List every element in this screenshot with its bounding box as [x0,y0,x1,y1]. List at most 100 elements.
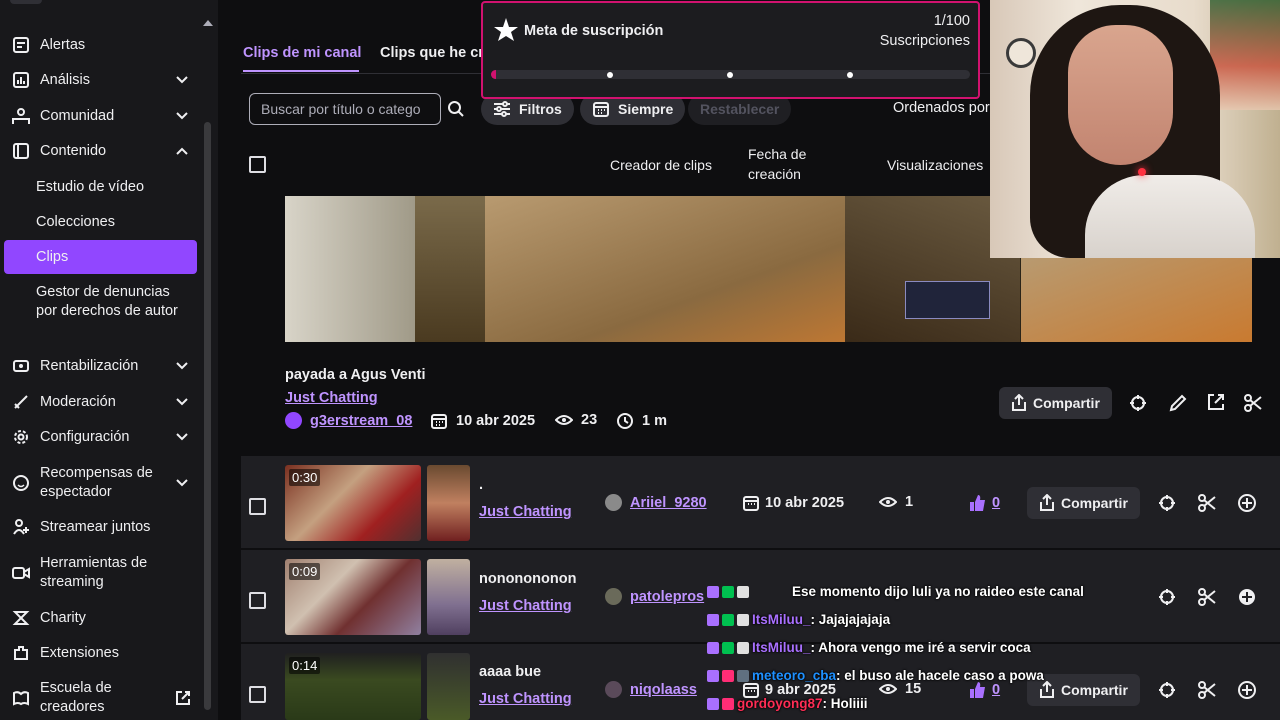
creator-link[interactable]: g3erstream_08 [310,413,412,429]
sidebar-item-rentabilizacion[interactable]: Rentabilización [0,356,200,376]
video-person [485,196,905,342]
add-circle-icon[interactable] [1237,493,1257,513]
scissors-icon[interactable] [1197,680,1217,700]
column-header-date[interactable]: Fecha de creación [748,144,828,184]
share-button[interactable]: Compartir [1027,487,1140,519]
chat-message: gordoyong87 : Holiiii [707,696,868,711]
sidebar-subitem-colecciones[interactable]: Colecciones [36,213,115,232]
share-label: Compartir [1061,495,1128,511]
clip-creator[interactable]: Ariiel_9280 [605,494,707,511]
search-button[interactable] [441,93,471,125]
row-checkbox[interactable] [249,498,266,515]
duration-badge: 0:14 [289,657,321,674]
webcam-overlay [990,0,1280,258]
sliders-icon [494,101,510,117]
sidebar-subitem-estudio[interactable]: Estudio de vídeo [36,178,144,197]
sort-label[interactable]: Ordenados por [893,100,990,116]
goal-count: 1/100 [933,13,970,29]
clip-creator[interactable]: patolepros [605,588,704,605]
clip-likes[interactable]: 0 [969,494,1000,512]
collapse-button[interactable] [10,0,42,4]
clip-category-link[interactable]: Just Chatting [479,504,572,520]
scissors-icon[interactable] [1197,587,1217,607]
scroll-up-arrow-icon[interactable] [202,19,214,27]
refresh-icon[interactable] [1157,493,1177,513]
sidebar-item-contenido[interactable]: Contenido [0,141,200,161]
sidebar-item-herramientas[interactable]: Herramientas de streaming [0,553,200,593]
edit-pencil-icon[interactable] [1168,393,1188,413]
mod-badge-icon [737,641,749,654]
sidebar-item-configuracion[interactable]: Configuración [0,427,200,447]
sidebar-subitem-clips-active[interactable] [4,240,197,274]
clip-creator[interactable]: g3erstream_08 [285,412,412,429]
sub-badge-icon [707,669,719,682]
sidebar-item-charity[interactable]: Charity [0,608,200,628]
views-value: 1 [905,494,914,510]
chat-message: meteoro_cba : el buso ale hacele caso a … [707,668,1044,683]
clip-thumbnail[interactable]: 0:09 [285,559,421,635]
sidebar-item-analisis[interactable]: Análisis [0,70,200,90]
clip-likes[interactable]: 0 [969,681,1000,699]
sidebar-item-alertas[interactable]: Alertas [0,35,200,55]
external-link-icon[interactable] [1206,392,1226,412]
thumbs-up-icon [970,682,985,698]
goal-progress-fill [491,70,496,79]
scissors-icon[interactable] [1243,393,1263,413]
column-header-creator[interactable]: Creador de clips [610,155,712,175]
sidebar-item-label: Charity [40,610,86,626]
row-checkbox[interactable] [249,686,266,703]
refresh-icon[interactable] [1157,587,1177,607]
likes-value: 0 [992,682,1001,698]
goal-title: Meta de suscripción [524,23,664,39]
add-circle-icon[interactable] [1237,587,1257,607]
tab-my-channel-clips[interactable]: Clips de mi canal [243,45,361,61]
creator-link[interactable]: patolepros [630,589,704,605]
tab-clips-created[interactable]: Clips que he cr [380,45,484,61]
column-header-views[interactable]: Visualizaciones [887,155,983,175]
sidebar-item-label: Extensiones [40,645,119,661]
chevron-down-icon [176,398,188,406]
creator-link[interactable]: Ariiel_9280 [630,495,707,511]
clip-category-link[interactable]: Just Chatting [479,598,572,614]
external-link-icon [176,691,190,705]
sub-badge-icon [707,585,719,598]
clip-title: aaaa bue [479,664,542,680]
chevron-up-icon [176,147,188,155]
creator-link[interactable]: niqolaass [630,682,697,698]
clip-category-link[interactable]: Just Chatting [479,691,572,707]
date-range-label: Siempre [618,101,674,117]
mod-badge-icon [737,585,749,598]
clip-thumbnail[interactable]: 0:14 [285,653,421,720]
scissors-icon[interactable] [1197,493,1217,513]
sidebar-item-moderacion[interactable]: Moderación [0,392,200,412]
sidebar-item-recompensas[interactable]: Recompensas de espectador [0,463,200,503]
chat-text: : el buso ale hacele caso a powa [836,668,1044,683]
clip-title: nononononon [479,571,577,587]
sidebar-item-escuela[interactable]: Escuela de creadores [0,678,200,718]
sidebar-scrollbar[interactable] [204,122,211,710]
refresh-icon[interactable] [1157,680,1177,700]
refresh-icon[interactable] [1128,393,1148,413]
sidebar-subitem-copyright[interactable]: Gestor de denuncias por derechos de auto… [36,283,186,321]
sidebar-item-extensiones[interactable]: Extensiones [0,643,200,663]
chat-text: Ese momento dijo luli ya no raideo este … [792,584,1084,599]
mod-badge-icon [737,613,749,626]
chat-text: : Ahora vengo me iré a servir coca [810,640,1031,655]
clip-thumbnail[interactable]: 0:30 [285,465,421,541]
row-checkbox[interactable] [249,592,266,609]
sidebar-item-comunidad[interactable]: Comunidad [0,106,200,126]
clip-creator[interactable]: niqolaass [605,681,697,698]
sidebar-item-streamear-juntos[interactable]: Streamear juntos [0,517,200,537]
share-button[interactable]: Compartir [999,387,1112,419]
select-all-checkbox[interactable] [249,156,266,173]
sidebar-subitem-clips[interactable]: Clips [36,248,68,267]
sidebar-item-label: Recompensas de espectador [40,465,153,500]
search-input[interactable]: Buscar por título o catego [249,93,441,125]
sidebar-item-label: Contenido [40,143,107,159]
add-circle-icon[interactable] [1237,680,1257,700]
sub-badge-icon [707,641,719,654]
smile-icon [11,473,31,493]
clip-category-link[interactable]: Just Chatting [285,390,378,406]
avatar [285,412,302,429]
sub-badge-icon [707,697,719,710]
